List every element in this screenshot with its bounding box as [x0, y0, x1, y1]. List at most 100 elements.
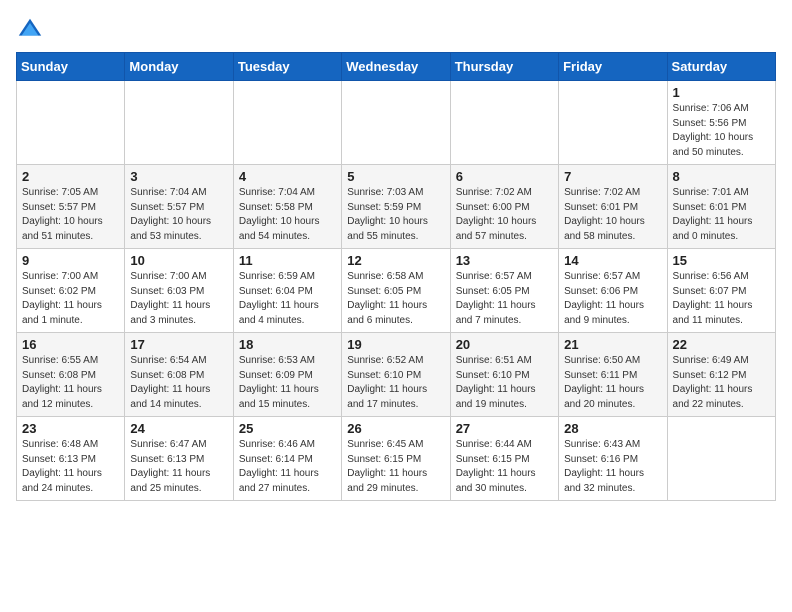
- day-number: 20: [456, 337, 553, 352]
- day-info: Sunrise: 6:44 AMSunset: 6:15 PMDaylight:…: [456, 438, 553, 496]
- day-number: 7: [564, 169, 661, 184]
- day-info: Sunrise: 6:50 AMSunset: 6:11 PMDaylight:…: [564, 354, 661, 412]
- calendar-cell: 4Sunrise: 7:04 AMSunset: 5:58 PMDaylight…: [233, 165, 341, 249]
- calendar-cell: [17, 81, 125, 165]
- day-info: Sunrise: 7:02 AMSunset: 6:00 PMDaylight:…: [456, 186, 553, 244]
- day-number: 2: [22, 169, 119, 184]
- calendar-cell: 21 Sunrise: 6:50 AMSunset: 6:11 PMDayligh…: [559, 333, 667, 417]
- calendar-cell: 3Sunrise: 7:04 AMSunset: 5:57 PMDaylight…: [125, 165, 233, 249]
- calendar-cell: [342, 81, 450, 165]
- calendar-cell: 22Sunrise: 6:49 AMSunset: 6:12 PMDayligh…: [667, 333, 775, 417]
- calendar-week-row: 9 Sunrise: 7:00 AMSunset: 6:02 PMDaylight…: [17, 249, 776, 333]
- day-number: 26: [347, 421, 444, 436]
- day-info: Sunrise: 6:57 AMSunset: 6:06 PMDaylight:…: [564, 270, 661, 328]
- calendar-week-row: 1 Sunrise: 7:06 AMSunset: 5:56 PMDaylight…: [17, 81, 776, 165]
- calendar-cell: 6 Sunrise: 7:02 AMSunset: 6:00 PMDaylight…: [450, 165, 558, 249]
- calendar-cell: 10 Sunrise: 7:00 AMSunset: 6:03 PMDayligh…: [125, 249, 233, 333]
- day-number: 5: [347, 169, 444, 184]
- weekday-header-wednesday: Wednesday: [342, 53, 450, 81]
- day-number: 10: [130, 253, 227, 268]
- day-info: Sunrise: 6:45 AMSunset: 6:15 PMDaylight:…: [347, 438, 444, 496]
- day-info: Sunrise: 7:03 AMSunset: 5:59 PMDaylight:…: [347, 186, 444, 244]
- day-info: Sunrise: 6:52 AMSunset: 6:10 PMDaylight:…: [347, 354, 444, 412]
- day-info: Sunrise: 6:43 AMSunset: 6:16 PMDaylight:…: [564, 438, 661, 496]
- weekday-header-saturday: Saturday: [667, 53, 775, 81]
- calendar-cell: 28 Sunrise: 6:43 AMSunset: 6:16 PMDayligh…: [559, 417, 667, 501]
- day-number: 17: [130, 337, 227, 352]
- day-info: Sunrise: 6:54 AMSunset: 6:08 PMDaylight:…: [130, 354, 227, 412]
- calendar-cell: [559, 81, 667, 165]
- day-info: Sunrise: 7:04 AMSunset: 5:57 PMDaylight:…: [130, 186, 227, 244]
- day-number: 12: [347, 253, 444, 268]
- calendar-cell: 9 Sunrise: 7:00 AMSunset: 6:02 PMDaylight…: [17, 249, 125, 333]
- day-info: Sunrise: 6:59 AMSunset: 6:04 PMDaylight:…: [239, 270, 336, 328]
- calendar-cell: 2 Sunrise: 7:05 AMSunset: 5:57 PMDaylight…: [17, 165, 125, 249]
- day-number: 23: [22, 421, 119, 436]
- weekday-header-thursday: Thursday: [450, 53, 558, 81]
- day-number: 15: [673, 253, 770, 268]
- day-number: 19: [347, 337, 444, 352]
- calendar-cell: 18Sunrise: 6:53 AMSunset: 6:09 PMDayligh…: [233, 333, 341, 417]
- day-number: 8: [673, 169, 770, 184]
- calendar-cell: [667, 417, 775, 501]
- day-info: Sunrise: 6:55 AMSunset: 6:08 PMDaylight:…: [22, 354, 119, 412]
- calendar-cell: 24 Sunrise: 6:47 AMSunset: 6:13 PMDayligh…: [125, 417, 233, 501]
- day-number: 21: [564, 337, 661, 352]
- day-number: 13: [456, 253, 553, 268]
- calendar-cell: [125, 81, 233, 165]
- day-info: Sunrise: 7:00 AMSunset: 6:03 PMDaylight:…: [130, 270, 227, 328]
- calendar-cell: 23 Sunrise: 6:48 AMSunset: 6:13 PMDayligh…: [17, 417, 125, 501]
- calendar-cell: 13 Sunrise: 6:57 AMSunset: 6:05 PMDayligh…: [450, 249, 558, 333]
- calendar-cell: 27 Sunrise: 6:44 AMSunset: 6:15 PMDayligh…: [450, 417, 558, 501]
- day-info: Sunrise: 6:58 AMSunset: 6:05 PMDaylight:…: [347, 270, 444, 328]
- day-number: 6: [456, 169, 553, 184]
- day-info: Sunrise: 7:05 AMSunset: 5:57 PMDaylight:…: [22, 186, 119, 244]
- day-number: 9: [22, 253, 119, 268]
- day-number: 28: [564, 421, 661, 436]
- logo: [16, 16, 48, 44]
- calendar-cell: 11 Sunrise: 6:59 AMSunset: 6:04 PMDayligh…: [233, 249, 341, 333]
- calendar-cell: 26 Sunrise: 6:45 AMSunset: 6:15 PMDayligh…: [342, 417, 450, 501]
- day-number: 25: [239, 421, 336, 436]
- calendar-cell: 1 Sunrise: 7:06 AMSunset: 5:56 PMDaylight…: [667, 81, 775, 165]
- day-info: Sunrise: 6:56 AMSunset: 6:07 PMDaylight:…: [673, 270, 770, 328]
- weekday-header-row: SundayMondayTuesdayWednesdayThursdayFrid…: [17, 53, 776, 81]
- day-info: Sunrise: 7:00 AMSunset: 6:02 PMDaylight:…: [22, 270, 119, 328]
- weekday-header-monday: Monday: [125, 53, 233, 81]
- day-info: Sunrise: 6:46 AMSunset: 6:14 PMDaylight:…: [239, 438, 336, 496]
- calendar-week-row: 16Sunrise: 6:55 AMSunset: 6:08 PMDayligh…: [17, 333, 776, 417]
- day-info: Sunrise: 7:02 AMSunset: 6:01 PMDaylight:…: [564, 186, 661, 244]
- calendar-week-row: 2 Sunrise: 7:05 AMSunset: 5:57 PMDaylight…: [17, 165, 776, 249]
- calendar-week-row: 23 Sunrise: 6:48 AMSunset: 6:13 PMDayligh…: [17, 417, 776, 501]
- calendar-cell: [233, 81, 341, 165]
- day-info: Sunrise: 6:47 AMSunset: 6:13 PMDaylight:…: [130, 438, 227, 496]
- weekday-header-sunday: Sunday: [17, 53, 125, 81]
- calendar-cell: 20 Sunrise: 6:51 AMSunset: 6:10 PMDayligh…: [450, 333, 558, 417]
- day-number: 11: [239, 253, 336, 268]
- calendar-cell: 15 Sunrise: 6:56 AMSunset: 6:07 PMDayligh…: [667, 249, 775, 333]
- day-info: Sunrise: 6:48 AMSunset: 6:13 PMDaylight:…: [22, 438, 119, 496]
- calendar-cell: 25 Sunrise: 6:46 AMSunset: 6:14 PMDayligh…: [233, 417, 341, 501]
- day-number: 1: [673, 85, 770, 100]
- day-number: 24: [130, 421, 227, 436]
- day-info: Sunrise: 7:06 AMSunset: 5:56 PMDaylight:…: [673, 102, 770, 160]
- calendar-cell: 19 Sunrise: 6:52 AMSunset: 6:10 PMDayligh…: [342, 333, 450, 417]
- calendar-cell: 8Sunrise: 7:01 AMSunset: 6:01 PMDaylight…: [667, 165, 775, 249]
- day-info: Sunrise: 6:57 AMSunset: 6:05 PMDaylight:…: [456, 270, 553, 328]
- calendar-cell: 14 Sunrise: 6:57 AMSunset: 6:06 PMDayligh…: [559, 249, 667, 333]
- logo-icon: [16, 16, 44, 44]
- calendar-cell: 17 Sunrise: 6:54 AMSunset: 6:08 PMDayligh…: [125, 333, 233, 417]
- day-number: 22: [673, 337, 770, 352]
- calendar-cell: 16Sunrise: 6:55 AMSunset: 6:08 PMDayligh…: [17, 333, 125, 417]
- weekday-header-tuesday: Tuesday: [233, 53, 341, 81]
- day-number: 14: [564, 253, 661, 268]
- day-number: 27: [456, 421, 553, 436]
- calendar-cell: 7 Sunrise: 7:02 AMSunset: 6:01 PMDaylight…: [559, 165, 667, 249]
- calendar-cell: [450, 81, 558, 165]
- page-header: [16, 16, 776, 44]
- calendar-table: SundayMondayTuesdayWednesdayThursdayFrid…: [16, 52, 776, 501]
- weekday-header-friday: Friday: [559, 53, 667, 81]
- day-info: Sunrise: 6:51 AMSunset: 6:10 PMDaylight:…: [456, 354, 553, 412]
- day-info: Sunrise: 6:53 AMSunset: 6:09 PMDaylight:…: [239, 354, 336, 412]
- day-info: Sunrise: 7:04 AMSunset: 5:58 PMDaylight:…: [239, 186, 336, 244]
